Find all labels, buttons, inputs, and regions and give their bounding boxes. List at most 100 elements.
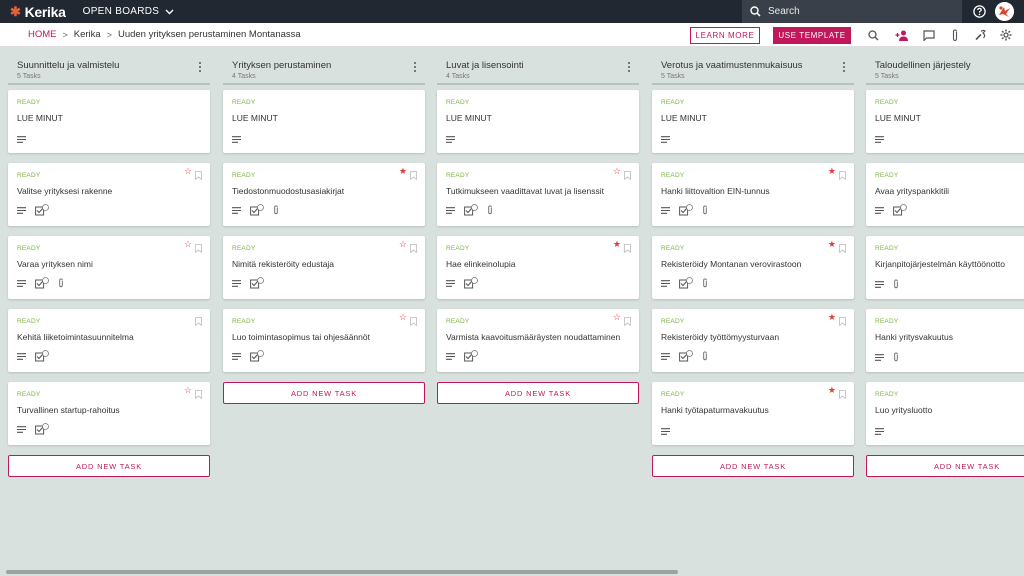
task-card[interactable]: ★ READY Tiedostonmuodostusasiakirjat: [223, 163, 425, 226]
star-outline-icon[interactable]: ☆: [399, 240, 407, 249]
bookmark-icon[interactable]: [410, 240, 417, 254]
task-card[interactable]: ★ READY Hanki työtapaturmavakuutus: [652, 382, 854, 445]
task-card[interactable]: READY LUE MINUT: [652, 90, 854, 153]
bookmark-icon[interactable]: [624, 313, 631, 327]
learn-more-button[interactable]: LEARN MORE: [690, 27, 760, 44]
bookmark-icon[interactable]: [195, 386, 202, 400]
column-task-count: 4 Tasks: [232, 73, 256, 80]
attachment-icon: [273, 205, 279, 215]
settings-icon[interactable]: [999, 28, 1013, 42]
tools-icon[interactable]: [973, 28, 987, 42]
star-outline-icon[interactable]: ☆: [399, 313, 407, 322]
star-filled-icon[interactable]: ★: [828, 386, 836, 395]
breadcrumb-home[interactable]: HOME: [28, 29, 57, 40]
bookmark-icon[interactable]: [410, 167, 417, 181]
bookmark-icon[interactable]: [410, 313, 417, 327]
task-card[interactable]: READY Luo yritysluotto: [866, 382, 1024, 445]
bookmark-icon[interactable]: [839, 240, 846, 254]
board-column: Suunnittelu ja valmistelu 5 Tasks READY …: [8, 48, 210, 477]
chat-icon[interactable]: [922, 28, 936, 42]
column-title[interactable]: Luvat ja lisensointi: [446, 60, 639, 71]
card-status: READY: [232, 99, 256, 106]
more-vertical-icon[interactable]: [196, 61, 204, 75]
add-new-task-button[interactable]: ADD NEW TASK: [8, 455, 210, 477]
task-card[interactable]: ★ READY Rekisteröidy Montanan verovirast…: [652, 236, 854, 299]
star-filled-icon[interactable]: ★: [828, 240, 836, 249]
star-filled-icon[interactable]: ★: [613, 240, 621, 249]
star-outline-icon[interactable]: ☆: [613, 167, 621, 176]
card-icons: [875, 428, 893, 435]
star-filled-icon[interactable]: ★: [828, 167, 836, 176]
bookmark-icon[interactable]: [195, 313, 202, 327]
attachment-icon: [893, 279, 899, 289]
add-new-task-button[interactable]: ADD NEW TASK: [652, 455, 854, 477]
search-input[interactable]: [768, 6, 948, 17]
task-card[interactable]: ☆ READY Valitse yrityksesi rakenne: [8, 163, 210, 226]
bookmark-icon[interactable]: [839, 386, 846, 400]
bookmark-icon[interactable]: [195, 240, 202, 254]
bookmark-icon[interactable]: [195, 167, 202, 181]
task-card[interactable]: READY LUE MINUT: [223, 90, 425, 153]
star-outline-icon[interactable]: ☆: [613, 313, 621, 322]
use-template-button[interactable]: USE TEMPLATE: [773, 27, 851, 44]
task-card[interactable]: ☆ READY Turvallinen startup-rahoitus: [8, 382, 210, 445]
task-card[interactable]: READY Kirjanpitojärjestelmän käyttöönott…: [866, 236, 1024, 299]
horizontal-scrollbar[interactable]: [6, 570, 678, 574]
card-status: READY: [17, 391, 41, 398]
kerika-logo[interactable]: ✱ Kerika: [10, 4, 66, 20]
bookmark-icon[interactable]: [839, 167, 846, 181]
description-icon: [17, 136, 26, 143]
task-card[interactable]: ☆ READY Nimitä rekisteröity edustaja: [223, 236, 425, 299]
breadcrumb-org[interactable]: Kerika: [74, 29, 101, 40]
task-card[interactable]: ★ READY Hanki liittovaltion EIN-tunnus: [652, 163, 854, 226]
card-icons: [232, 204, 288, 216]
star-filled-icon[interactable]: ★: [399, 167, 407, 176]
card-title: LUE MINUT: [661, 113, 707, 123]
open-boards-label: OPEN BOARDS: [82, 6, 160, 17]
task-card[interactable]: READY Hanki yritysvakuutus: [866, 309, 1024, 372]
task-card[interactable]: ★ READY Rekisteröidy työttömyysturvaan: [652, 309, 854, 372]
card-status: READY: [446, 99, 470, 106]
task-card[interactable]: READY LUE MINUT: [437, 90, 639, 153]
search-icon[interactable]: [866, 28, 880, 42]
star-filled-icon[interactable]: ★: [828, 313, 836, 322]
card-flags: ★: [828, 167, 846, 181]
add-new-task-button[interactable]: ADD NEW TASK: [223, 382, 425, 404]
column-title[interactable]: Verotus ja vaatimustenmukaisuus: [661, 60, 854, 71]
more-vertical-icon[interactable]: [625, 61, 633, 75]
task-board: Suunnittelu ja valmistelu 5 Tasks READY …: [0, 48, 1024, 568]
column-title[interactable]: Yrityksen perustaminen: [232, 60, 425, 71]
add-new-task-button[interactable]: ADD NEW TASK: [866, 455, 1024, 477]
add-person-icon[interactable]: [895, 28, 909, 42]
more-vertical-icon[interactable]: [411, 61, 419, 75]
task-card[interactable]: ☆ READY Tutkimukseen vaadittavat luvat j…: [437, 163, 639, 226]
task-card[interactable]: READY Kehitä liiketoimintasuunnitelma: [8, 309, 210, 372]
task-card[interactable]: ☆ READY Varaa yrityksen nimi: [8, 236, 210, 299]
column-title[interactable]: Taloudellinen järjestely: [875, 60, 1024, 71]
bookmark-icon[interactable]: [624, 167, 631, 181]
column-title[interactable]: Suunnittelu ja valmistelu: [17, 60, 210, 71]
card-status: READY: [875, 245, 899, 252]
task-card[interactable]: ☆ READY Luo toimintasopimus tai ohjesään…: [223, 309, 425, 372]
open-boards-menu[interactable]: OPEN BOARDS: [83, 6, 175, 17]
task-card[interactable]: READY LUE MINUT: [866, 90, 1024, 153]
task-card[interactable]: READY LUE MINUT: [8, 90, 210, 153]
bookmark-icon[interactable]: [839, 313, 846, 327]
star-outline-icon[interactable]: ☆: [184, 386, 192, 395]
checklist-icon: [35, 277, 49, 289]
card-icons: [17, 350, 58, 362]
logo-text: Kerika: [24, 3, 66, 20]
bookmark-icon[interactable]: [624, 240, 631, 254]
task-card[interactable]: ☆ READY Varmista kaavoitusmääräysten nou…: [437, 309, 639, 372]
task-card[interactable]: READY Avaa yrityspankkitili: [866, 163, 1024, 226]
help-icon[interactable]: [973, 5, 986, 23]
task-card[interactable]: ★ READY Hae elinkeinolupia: [437, 236, 639, 299]
attachment-icon[interactable]: [948, 28, 962, 42]
more-vertical-icon[interactable]: [840, 61, 848, 75]
description-icon: [17, 425, 26, 433]
avatar[interactable]: [995, 2, 1014, 21]
add-new-task-button[interactable]: ADD NEW TASK: [437, 382, 639, 404]
checklist-icon: [464, 204, 478, 216]
star-outline-icon[interactable]: ☆: [184, 167, 192, 176]
star-outline-icon[interactable]: ☆: [184, 240, 192, 249]
